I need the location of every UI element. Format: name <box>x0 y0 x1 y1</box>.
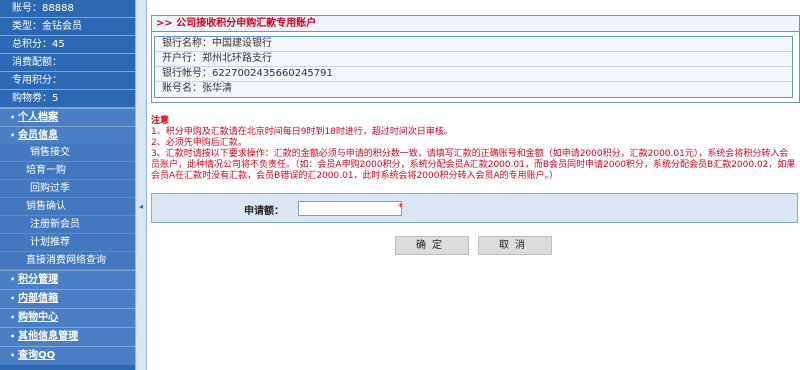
nav-personal-profile-label: 个人档案 <box>18 112 59 123</box>
sub-item-sales-confirm[interactable]: 销售确认 <box>0 198 135 216</box>
bullet-icon: • <box>10 313 16 322</box>
nav-qq-query[interactable]: • 查询QQ <box>0 346 135 365</box>
dedicated-points: 专用积分： <box>0 72 135 90</box>
shopping-voucher: 购物劵：5 <box>0 90 135 108</box>
notice-text: 注意 1、积分申购及汇款请在北京时间每日9时到18时进行，超过时间次日审核。 2… <box>151 116 796 182</box>
sub-item-network-query[interactable]: 直接消费网络查询 <box>0 252 135 270</box>
sub-item-register-member[interactable]: 注册新会员 <box>0 216 135 234</box>
bullet-icon: • <box>10 351 16 360</box>
nav-shopping-center[interactable]: • 购物中心 <box>0 308 135 327</box>
bank-info-table: 银行名称：中国建设银行 开户行：郑州北环路支行 银行帐号：62270024356… <box>154 36 793 98</box>
nav-shopping-center-label: 购物中心 <box>18 312 59 323</box>
nav-member-info-label: 会员信息 <box>18 130 59 141</box>
sub-item-first-purchase[interactable]: 培育一购 <box>0 162 135 180</box>
bank-account-row: 银行帐号：6227002435660245791 <box>155 67 792 82</box>
bullet-icon: • <box>10 131 16 140</box>
bank-name-row: 银行名称：中国建设银行 <box>155 37 792 52</box>
sidebar-divider: ◂ <box>135 0 147 370</box>
total-points: 总积分：45 <box>0 36 135 54</box>
bank-branch-row: 开户行：郑州北环路支行 <box>155 52 792 67</box>
sidebar: 账号：88888 类型：金钻会员 总积分：45 消费配额： 专用积分： 购物劵：… <box>0 0 135 370</box>
cancel-button[interactable]: 取消 <box>478 236 552 255</box>
bullet-icon: • <box>10 332 16 341</box>
confirm-button[interactable]: 确定 <box>395 236 469 255</box>
notice-line-2: 2、必须先申购后汇款。 <box>151 138 247 148</box>
notice-line-3: 3、汇款时请按以下要求操作：汇款的金额必须与申请的积分数一致，请填写汇款的正确账… <box>151 149 796 181</box>
bullet-icon: • <box>10 275 16 284</box>
sub-item-plan-recommend[interactable]: 计划推荐 <box>0 234 135 252</box>
nav-other-info-label: 其他信息管理 <box>18 331 79 342</box>
nav-internal-mailbox-label: 内部信箱 <box>18 293 59 304</box>
bank-holder-row: 账号名：张华清 <box>162 83 232 94</box>
consumption-quota: 消费配额： <box>0 54 135 72</box>
apply-amount-label: 申请额： <box>244 206 284 217</box>
bank-panel-title: >> 公司接收积分申购汇款专用账户 <box>152 16 799 32</box>
nav-points-management[interactable]: • 积分管理 <box>0 270 135 289</box>
member-type: 类型：金钻会员 <box>0 18 135 36</box>
nav-points-management-label: 积分管理 <box>18 274 59 285</box>
nav-internal-mailbox[interactable]: • 内部信箱 <box>0 289 135 308</box>
nav-member-info[interactable]: • 会员信息 <box>0 126 135 144</box>
sub-item-repurchase[interactable]: 回购过季 <box>0 180 135 198</box>
nav-other-info[interactable]: • 其他信息管理 <box>0 327 135 346</box>
nav-qq-query-label: 查询QQ <box>18 350 56 361</box>
account-number: 账号：88888 <box>0 0 135 18</box>
apply-amount-input[interactable] <box>298 201 402 216</box>
bank-account-panel: >> 公司接收积分申购汇款专用账户 银行名称：中国建设银行 开户行：郑州北环路支… <box>151 15 800 103</box>
notice-heading: 注意 <box>151 116 170 126</box>
apply-amount-panel: 申请额： * <box>151 193 798 223</box>
bullet-icon: • <box>10 294 16 303</box>
bullet-icon: • <box>10 113 16 122</box>
sub-item-sales-submit[interactable]: 销售接交 <box>0 144 135 162</box>
required-mark: * <box>398 202 403 213</box>
collapse-arrow-icon[interactable]: ◂ <box>137 200 145 214</box>
member-info-submenu: 销售接交 培育一购 回购过季 销售确认 注册新会员 计划推荐 直接消费网络查询 <box>0 144 135 270</box>
main-content: >> 公司接收积分申购汇款专用账户 银行名称：中国建设银行 开户行：郑州北环路支… <box>147 0 800 370</box>
nav-personal-profile[interactable]: • 个人档案 <box>0 108 135 126</box>
notice-line-1: 1、积分申购及汇款请在北京时间每日9时到18时进行，超过时间次日审核。 <box>151 127 453 137</box>
